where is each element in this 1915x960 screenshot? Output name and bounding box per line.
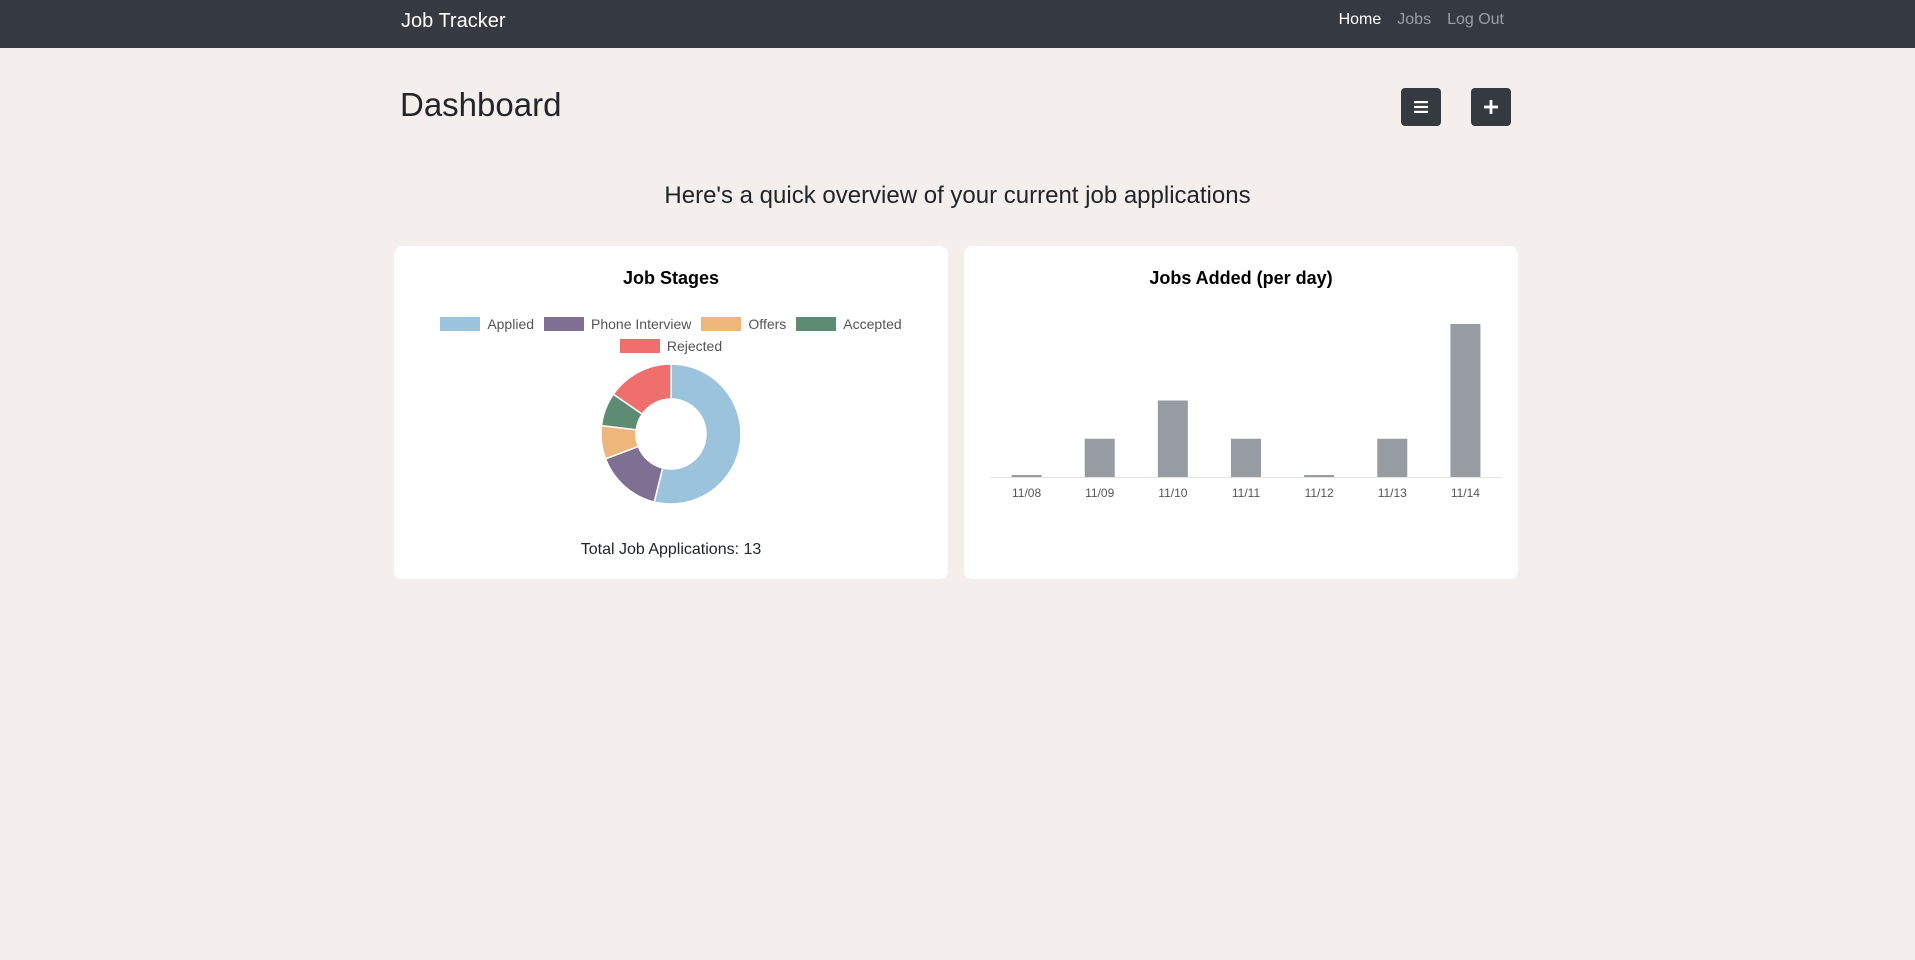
plus-icon [1484, 100, 1498, 114]
job-stages-card: Job Stages Applied Phone Interview Offers A… [394, 246, 948, 579]
legend-item-rejected[interactable]: Rejected [619, 338, 723, 354]
x-tick-label: 11/14 [1451, 486, 1480, 500]
nav-link-jobs[interactable]: Jobs [1397, 11, 1431, 29]
legend-label: Offers [748, 316, 787, 332]
jobs-added-card: Jobs Added (per day) 11/08 11/09 11/10 11/1… [964, 246, 1518, 579]
nav-link-home[interactable]: Home [1339, 11, 1382, 29]
legend-swatch [619, 339, 660, 353]
total-applications: Total Job Applications: 13 [580, 541, 762, 558]
bar-11-10[interactable] [1157, 400, 1188, 478]
legend-item-applied[interactable]: Applied [440, 316, 534, 332]
x-tick-label: 11/10 [1158, 486, 1187, 500]
legend-swatch [796, 317, 837, 331]
legend-swatch [701, 317, 742, 331]
job-stages-donut-chart [600, 363, 742, 505]
bar-11-13[interactable] [1377, 438, 1408, 477]
navbar: Job Tracker Home Jobs Log Out [0, 0, 1915, 48]
nav-links: Home Jobs Log Out [1339, 11, 1504, 29]
legend-label: Rejected [666, 338, 723, 354]
bar-11-09[interactable] [1084, 438, 1115, 477]
legend-label: Phone Interview [591, 316, 692, 332]
legend-item-phone-interview[interactable]: Phone Interview [544, 316, 691, 332]
jobs-added-bar-chart: 11/08 11/09 11/10 11/11 11/12 11/13 11/14 [990, 324, 1502, 500]
bar-11-14[interactable] [1450, 324, 1481, 477]
bar-11-08[interactable] [1011, 475, 1042, 477]
legend-swatch [440, 317, 481, 331]
legend-item-offers[interactable]: Offers [701, 316, 786, 332]
legend-label: Applied [487, 316, 535, 332]
list-icon [1414, 101, 1428, 113]
job-stages-legend: Applied Phone Interview Offers Accepted Reje… [424, 316, 918, 354]
x-tick-label: 11/12 [1305, 486, 1334, 500]
x-tick-label: 11/09 [1085, 486, 1114, 500]
x-tick-label: 11/11 [1232, 486, 1261, 500]
legend-item-accepted[interactable]: Accepted [796, 316, 902, 332]
nav-link-logout[interactable]: Log Out [1447, 11, 1504, 29]
legend-label: Accepted [843, 316, 902, 332]
x-tick-label: 11/13 [1378, 486, 1407, 500]
x-tick-label: 11/08 [1012, 486, 1041, 500]
add-job-button[interactable] [1471, 88, 1511, 126]
bar-11-11[interactable] [1231, 438, 1261, 477]
job-stages-title: Job Stages [622, 268, 720, 288]
legend-swatch [544, 317, 585, 331]
list-view-button[interactable] [1401, 88, 1441, 126]
overview-subtitle: Here's a quick overview of your current … [664, 182, 1251, 209]
bar-11-12[interactable] [1304, 475, 1335, 477]
brand-link[interactable]: Job Tracker [401, 10, 505, 33]
page-title: Dashboard [400, 86, 562, 123]
